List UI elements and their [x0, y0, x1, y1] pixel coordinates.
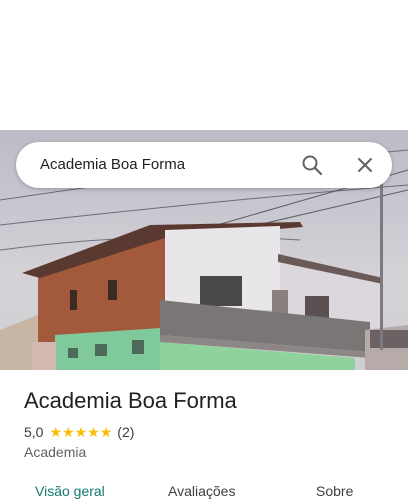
top-blank-area: [0, 0, 408, 130]
review-count[interactable]: (2): [117, 424, 134, 440]
star-icon: ★: [99, 424, 113, 440]
close-icon[interactable]: [354, 154, 376, 176]
star-icon: ★: [74, 424, 88, 440]
star-icon: ★: [62, 424, 75, 440]
rating-value: 5,0: [24, 424, 44, 440]
star-icon: ★: [87, 424, 100, 440]
search-input[interactable]: Academia Boa Forma: [40, 156, 185, 173]
place-category: Academia: [24, 444, 87, 460]
tab-reviews[interactable]: Avaliações: [168, 483, 235, 499]
search-icon[interactable]: [301, 154, 323, 176]
rating-row[interactable]: 5,0 ★ ★ ★ ★ ★ (2): [24, 424, 134, 440]
tab-about[interactable]: Sobre: [316, 483, 353, 499]
search-bar[interactable]: Academia Boa Forma: [16, 142, 392, 188]
place-tabs: Visão geral Avaliações Sobre: [0, 480, 408, 500]
star-rating: ★ ★ ★ ★ ★: [49, 425, 112, 439]
place-name: Academia Boa Forma: [24, 388, 237, 413]
star-icon: ★: [49, 424, 63, 440]
tab-overview[interactable]: Visão geral: [35, 483, 105, 499]
